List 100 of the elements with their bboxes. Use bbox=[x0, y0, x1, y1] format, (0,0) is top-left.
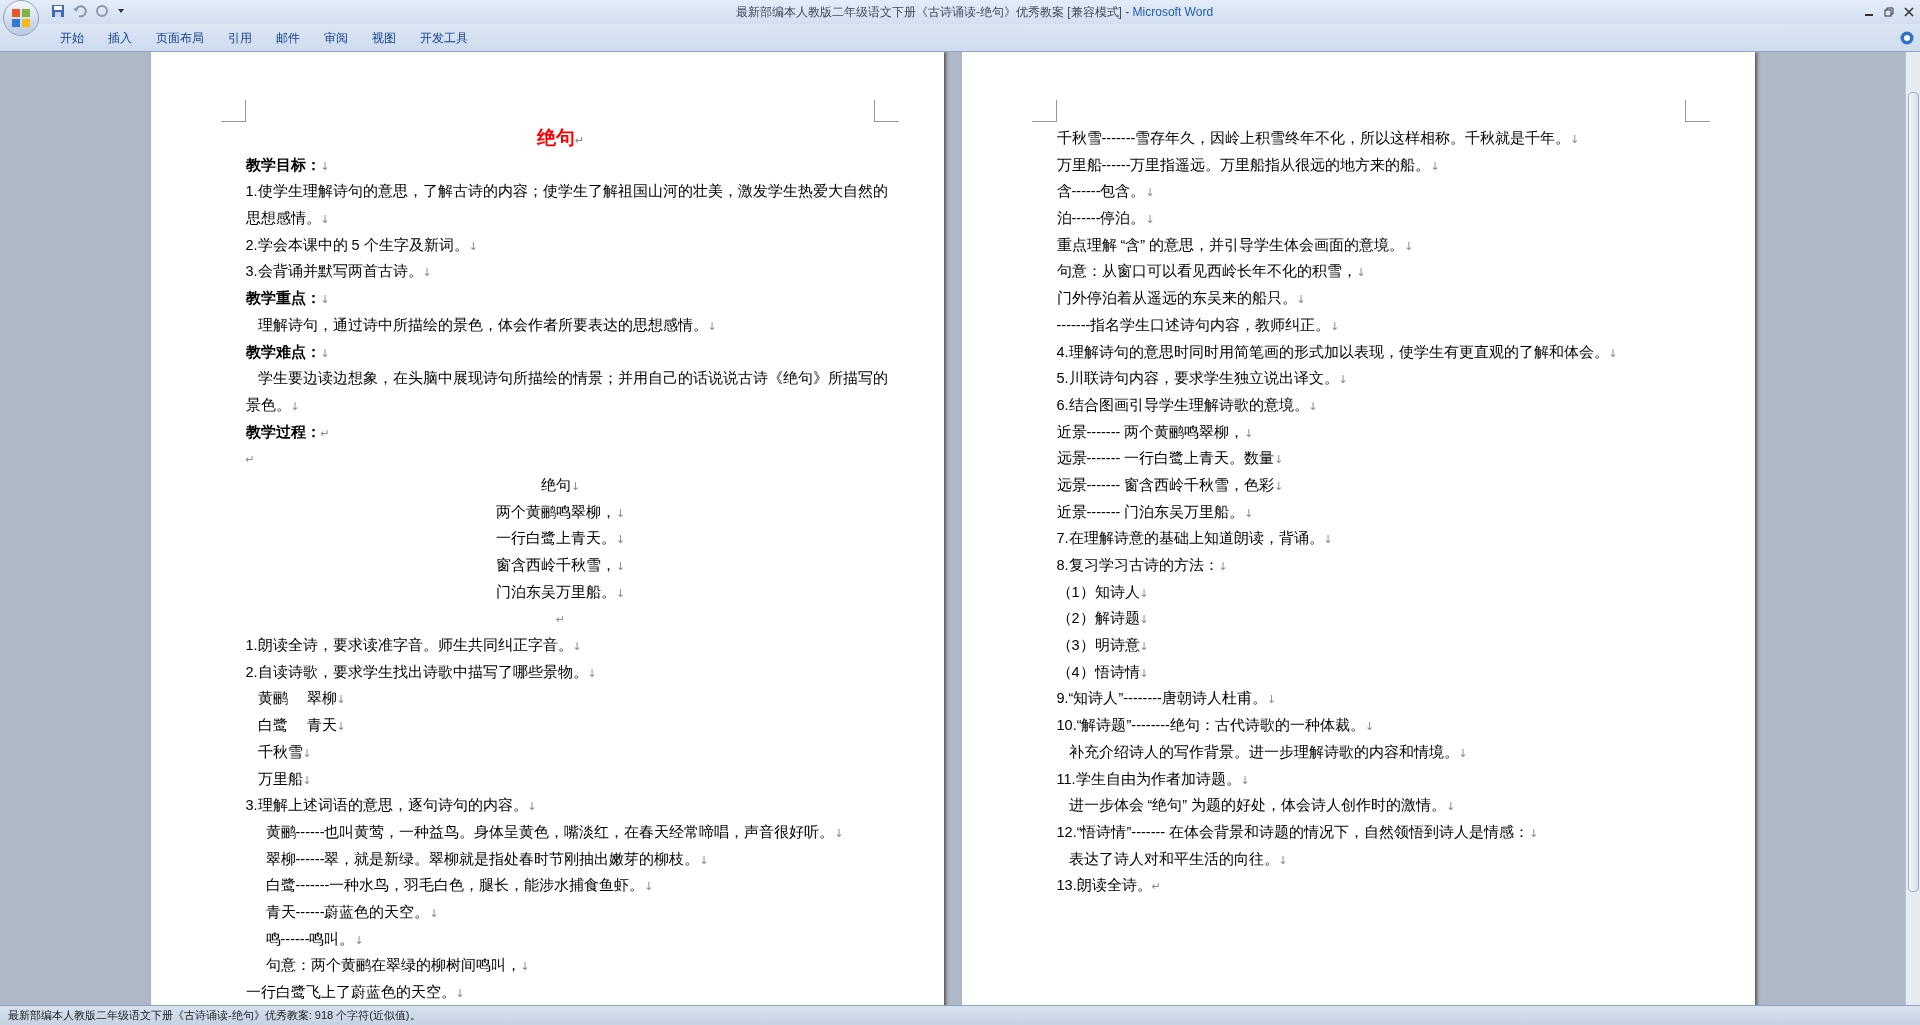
office-button[interactable] bbox=[3, 0, 39, 36]
paragraph-mark: ↓ bbox=[1139, 586, 1149, 600]
paragraph-mark: ↓ bbox=[587, 666, 597, 680]
body-text: 2.学会本课中的 5 个生字及新词。 bbox=[245, 236, 469, 253]
vertical-scrollbar[interactable] bbox=[1905, 52, 1920, 1005]
body-text: 思想感情。 bbox=[245, 210, 321, 227]
ribbon-tab[interactable]: 审阅 bbox=[312, 26, 360, 49]
restore-icon[interactable] bbox=[1884, 7, 1894, 17]
paragraph-mark: ↓ bbox=[1278, 853, 1288, 867]
paragraph-mark: ↓ bbox=[1364, 720, 1375, 734]
body-text: 翠柳------翠，就是新绿。翠柳就是指处春时节刚抽出嫩芽的柳枝。 bbox=[265, 850, 700, 867]
paragraph-mark: ↓ bbox=[707, 319, 717, 333]
paragraph-mark: ↓ bbox=[572, 640, 582, 654]
paragraph-mark: ↓ bbox=[644, 880, 654, 894]
body-text: 4.理解诗句的意思时同时用简笔画的形式加以表现，使学生有更直观的了解和体会。 bbox=[1056, 343, 1609, 360]
paragraph-mark: ↓ bbox=[1145, 186, 1155, 200]
section-heading: 教学目标： bbox=[245, 156, 321, 173]
ribbon-tab[interactable]: 插入 bbox=[96, 26, 144, 49]
help-icon[interactable] bbox=[1900, 30, 1914, 45]
paragraph-mark: ↓ bbox=[570, 479, 581, 493]
ribbon-tab[interactable]: 开始 bbox=[48, 26, 96, 49]
paragraph-mark: ↓ bbox=[1240, 773, 1250, 787]
paragraph-mark: ↓ bbox=[1266, 693, 1277, 707]
paragraph-mark: ↓ bbox=[1139, 613, 1149, 627]
paragraph-mark: ↓ bbox=[1218, 560, 1228, 573]
ribbon-tab[interactable]: 页面布局 bbox=[144, 26, 216, 49]
poem-line: 一行白鹭上青天。 bbox=[495, 530, 616, 547]
paragraph-mark: ↓ bbox=[1244, 426, 1254, 440]
paragraph-mark: ↓ bbox=[468, 239, 478, 253]
body-text: -------指名学生口述诗句内容，教师纠正。 bbox=[1056, 316, 1331, 333]
scroll-thumb[interactable] bbox=[1907, 92, 1919, 892]
paragraph-mark: ↓ bbox=[615, 586, 626, 600]
paragraph-mark: ↓ bbox=[1323, 533, 1333, 547]
body-text: 白鹭-------一种水鸟，羽毛白色，腿长，能涉水捕食鱼虾。 bbox=[265, 877, 645, 894]
body-text: 10.“解诗题”--------绝句：古代诗歌的一种体裁。 bbox=[1056, 717, 1365, 734]
body-text: 泊------停泊。 bbox=[1056, 210, 1146, 227]
paragraph-mark: ↓ bbox=[1308, 399, 1318, 413]
body-text: 青天------蔚蓝色的天空。 bbox=[265, 903, 430, 920]
customize-caret-icon[interactable] bbox=[117, 7, 125, 15]
body-text: 黄鹂------也叫黄莺，一种益鸟。身体呈黄色，嘴淡红，在春天经常啼唱，声音很好听。 bbox=[265, 823, 835, 840]
paragraph-mark: ↓ bbox=[1145, 213, 1155, 227]
paragraph-mark: ↓ bbox=[1330, 319, 1340, 333]
body-text: 学生要边读边想象，在头脑中展现诗句所描绘的情景；并用自己的话说说古诗《绝句》所描写的 bbox=[257, 370, 888, 387]
paragraph-mark: ↓ bbox=[336, 720, 346, 734]
ribbon-tab[interactable]: 引用 bbox=[216, 26, 264, 49]
body-text: 12.“悟诗情”------- 在体会背景和诗题的情况下，自然领悟到诗人是情感： bbox=[1056, 823, 1530, 840]
paragraph-mark: ↓ bbox=[1404, 239, 1414, 253]
window-title: 最新部编本人教版二年级语文下册《古诗诵读-绝句》优秀教案 [兼容模式] - bbox=[735, 4, 1131, 21]
poem-line: 绝句 bbox=[540, 476, 571, 493]
paragraph-mark: ↵ bbox=[555, 613, 566, 627]
status-text: 最新部编本人教版二年级语文下册《古诗诵读-绝句》优秀教案: 918 个字符(近似值)。 bbox=[8, 1008, 421, 1024]
body-text: 5.川联诗句内容，要求学生独立说出译文。 bbox=[1056, 370, 1339, 387]
paragraph-mark: ↓ bbox=[429, 906, 439, 920]
body-text: 近景------- 门泊东吴万里船。 bbox=[1056, 503, 1245, 520]
body-text: 3.会背诵并默写两首古诗。 bbox=[245, 263, 423, 280]
body-text: 表达了诗人对和平生活的向往。 bbox=[1068, 850, 1279, 867]
corner-mark bbox=[1684, 100, 1710, 122]
body-text: 1.使学生理解诗句的意思，了解古诗的内容；使学生了解祖国山河的壮美，激发学生热爱大自然的 bbox=[245, 183, 888, 200]
paragraph-mark: ↵ bbox=[245, 453, 255, 467]
ribbon-tab[interactable]: 视图 bbox=[360, 26, 408, 49]
body-text: 句意：从窗口可以看见西岭长年不化的积雪， bbox=[1056, 263, 1357, 280]
body-text: 千秋雪-------雪存年久，因岭上积雪终年不化，所以这样相称。千秋就是千年。 bbox=[1056, 130, 1571, 146]
paragraph-mark: ↓ bbox=[615, 560, 626, 573]
body-text: 一行白鹭飞上了蔚蓝色的天空。 bbox=[245, 984, 456, 1000]
body-text: （1）知诗人 bbox=[1056, 583, 1140, 600]
corner-mark bbox=[220, 100, 246, 122]
body-text: 千秋雪 bbox=[257, 743, 303, 760]
body-text: 景色。 bbox=[245, 396, 291, 413]
body-text: 黄鹂 翠柳 bbox=[257, 690, 337, 707]
paragraph-mark: ↓ bbox=[1139, 640, 1149, 654]
paragraph-mark: ↵ bbox=[320, 426, 330, 440]
paragraph-mark: ↓ bbox=[1296, 293, 1306, 307]
body-text: 进一步体会 “绝句” 为题的好处，体会诗人创作时的激情。 bbox=[1068, 797, 1447, 814]
body-text: （4）悟诗情 bbox=[1056, 663, 1140, 680]
poem-line: 两个黄鹂鸣翠柳， bbox=[495, 503, 616, 520]
paragraph-mark: ↓ bbox=[455, 987, 465, 1000]
body-text: 鸣------鸣叫。 bbox=[265, 930, 355, 947]
ribbon-tab[interactable]: 开发工具 bbox=[408, 26, 480, 49]
paragraph-mark: ↓ bbox=[1529, 826, 1539, 840]
paragraph-mark: ↓ bbox=[1570, 133, 1580, 146]
save-icon[interactable] bbox=[51, 4, 65, 18]
body-text: 远景------- 一行白鹭上青天。数量 bbox=[1056, 450, 1275, 467]
body-text: 2.自读诗歌，要求学生找出诗歌中描写了哪些景物。 bbox=[245, 663, 588, 680]
paragraph-mark: ↓ bbox=[615, 506, 626, 520]
paragraph-mark: ↓ bbox=[1356, 266, 1366, 280]
body-text: 句意：两个黄鹂在翠绿的柳树间鸣叫， bbox=[265, 957, 521, 974]
body-text: 3.理解上述词语的意思，逐句诗句的内容。 bbox=[245, 797, 528, 814]
section-heading: 教学难点： bbox=[245, 343, 321, 360]
body-text: 万里船------万里指遥远。万里船指从很远的地方来的船。 bbox=[1056, 156, 1431, 173]
corner-mark bbox=[873, 100, 899, 122]
paragraph-mark: ↓ bbox=[1274, 453, 1284, 467]
paragraph-mark: ↓ bbox=[615, 533, 626, 547]
document-title: 绝句 bbox=[536, 127, 575, 148]
close-icon[interactable] bbox=[1904, 7, 1914, 17]
corner-mark bbox=[1031, 100, 1057, 122]
paragraph-mark: ↓ bbox=[1458, 746, 1468, 760]
app-name: Microsoft Word bbox=[1132, 4, 1214, 21]
paragraph-mark: ↓ bbox=[354, 933, 364, 947]
paragraph-mark: ↓ bbox=[1608, 346, 1618, 360]
ribbon-tab[interactable]: 邮件 bbox=[264, 26, 312, 49]
